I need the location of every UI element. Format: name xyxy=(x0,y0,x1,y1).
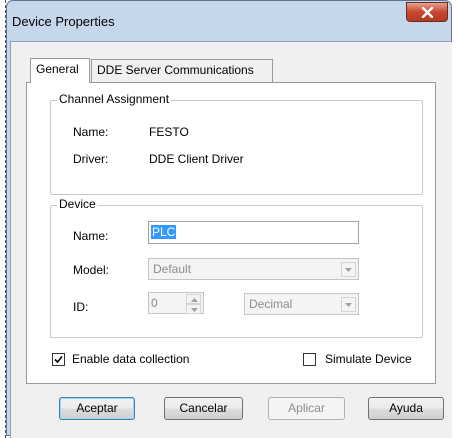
device-id-value: 0 xyxy=(151,296,158,310)
chevron-down-icon xyxy=(345,303,352,307)
enable-data-collection-label[interactable]: Enable data collection xyxy=(72,352,189,366)
device-group: Device Name: PLC Model: Default ID: 0 De… xyxy=(50,197,423,338)
tab-panel-general: Channel Assignment Name: FESTO Driver: D… xyxy=(26,82,436,384)
close-button[interactable] xyxy=(406,2,448,22)
device-id-format-value: Decimal xyxy=(249,297,293,311)
channel-driver-label: Driver: xyxy=(73,152,109,166)
spin-up-button[interactable] xyxy=(186,294,201,304)
channel-name-label: Name: xyxy=(73,125,109,139)
tab-dde-server-communications[interactable]: DDE Server Communications xyxy=(91,59,273,82)
help-button[interactable]: Ayuda xyxy=(368,397,444,420)
arrow-up-icon xyxy=(191,298,198,302)
simulate-device-label[interactable]: Simulate Device xyxy=(325,352,412,366)
device-name-label: Name: xyxy=(73,229,109,243)
arrow-down-icon xyxy=(191,308,198,312)
device-id-label: ID: xyxy=(73,300,89,314)
device-model-value: Default xyxy=(153,262,192,276)
tab-general[interactable]: General xyxy=(30,58,90,83)
device-id-format-select[interactable]: Decimal xyxy=(244,293,359,315)
device-model-label: Model: xyxy=(73,263,110,277)
device-name-selected-text: PLC xyxy=(151,225,177,239)
device-name-input[interactable]: PLC xyxy=(148,221,359,244)
channel-assignment-group: Channel Assignment Name: FESTO Driver: D… xyxy=(50,92,423,195)
cancel-button[interactable]: Cancelar xyxy=(164,397,243,420)
window-title: Device Properties xyxy=(12,14,115,29)
device-id-format-dropdown-button[interactable] xyxy=(341,297,356,312)
chevron-down-icon xyxy=(345,268,352,272)
device-id-spin-buttons xyxy=(186,294,201,314)
device-id-spinner[interactable]: 0 xyxy=(148,292,204,314)
enable-data-collection-checkbox[interactable] xyxy=(52,353,65,366)
device-model-dropdown-button[interactable] xyxy=(341,262,356,277)
apply-button[interactable]: Aplicar xyxy=(268,397,345,420)
channel-assignment-legend: Channel Assignment xyxy=(57,92,172,106)
close-icon xyxy=(421,7,434,18)
spin-down-button[interactable] xyxy=(186,304,201,314)
device-legend: Device xyxy=(57,197,98,211)
ok-button[interactable]: Aceptar xyxy=(59,397,135,420)
checkmark-icon xyxy=(54,355,63,364)
channel-driver-value: DDE Client Driver xyxy=(149,152,244,166)
simulate-device-checkbox[interactable] xyxy=(303,353,316,366)
device-model-select[interactable]: Default xyxy=(148,258,359,280)
channel-name-value: FESTO xyxy=(149,125,189,139)
